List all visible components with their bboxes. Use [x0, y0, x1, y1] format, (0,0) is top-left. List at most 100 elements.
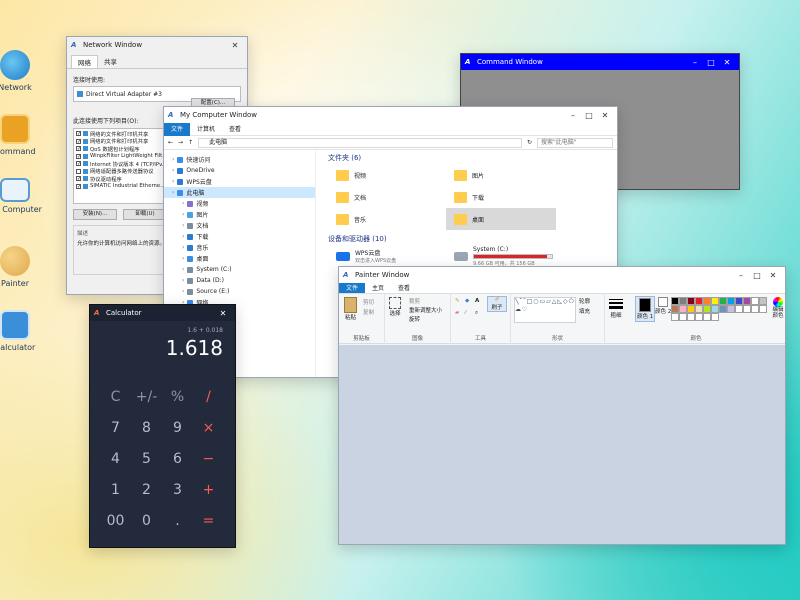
custom-color-slot[interactable]: [735, 305, 743, 313]
clear-key[interactable]: C: [100, 382, 131, 413]
tab-sharing[interactable]: 共享: [98, 55, 123, 68]
custom-color-slot[interactable]: [671, 313, 679, 321]
brush-button[interactable]: ✐ 刷子: [487, 296, 507, 312]
key-9[interactable]: 9: [162, 413, 193, 444]
tab-file[interactable]: 文件: [339, 283, 366, 293]
select-button[interactable]: 选择: [389, 297, 401, 317]
nav-item[interactable]: › Source (E:): [164, 286, 315, 297]
magnifier-icon[interactable]: ⌕: [475, 310, 478, 317]
uninstall-button[interactable]: 卸载(U): [123, 209, 167, 220]
divide-key[interactable]: /: [193, 382, 224, 413]
color-swatch[interactable]: [695, 305, 703, 313]
outline-button[interactable]: 轮廓: [579, 297, 590, 305]
checkbox[interactable]: ✓: [76, 161, 81, 167]
tab-file[interactable]: 文件: [164, 122, 191, 136]
color-swatch[interactable]: [719, 305, 727, 313]
desktop-icon-my-computer[interactable]: My Computer: [0, 178, 50, 214]
color-picker-icon[interactable]: ⁄: [465, 310, 466, 316]
chevron-right-icon[interactable]: ›: [172, 156, 174, 163]
my-computer-titlebar[interactable]: A My Computer Window – □ ✕: [164, 107, 617, 123]
add-key[interactable]: +: [193, 475, 224, 506]
install-button[interactable]: 安装(N)...: [73, 209, 117, 220]
color-swatch[interactable]: [679, 297, 687, 305]
minimize-icon[interactable]: –: [565, 111, 581, 120]
nav-item[interactable]: › WPS云盘: [164, 176, 315, 187]
custom-color-slot[interactable]: [711, 313, 719, 321]
nav-item[interactable]: › 图片: [164, 209, 315, 220]
subtract-key[interactable]: −: [193, 444, 224, 475]
chevron-right-icon[interactable]: ›: [182, 200, 184, 207]
color1-button[interactable]: 颜色 1: [635, 296, 656, 322]
color-swatch[interactable]: [671, 305, 679, 313]
custom-color-slot[interactable]: [687, 313, 695, 321]
pencil-icon[interactable]: ✎: [455, 298, 460, 304]
key-6[interactable]: 6: [162, 444, 193, 475]
multiply-key[interactable]: ×: [193, 413, 224, 444]
drawing-canvas-area[interactable]: [339, 345, 785, 544]
cut-button[interactable]: 剪切: [363, 298, 374, 306]
checkbox[interactable]: ✓: [76, 153, 81, 159]
checkbox[interactable]: ✓: [76, 131, 81, 137]
custom-color-slot[interactable]: [751, 305, 759, 313]
key-4[interactable]: 4: [100, 444, 131, 475]
network-window-titlebar[interactable]: A Network Window ✕: [67, 37, 247, 53]
key-7[interactable]: 7: [100, 413, 131, 444]
color-swatch[interactable]: [687, 297, 695, 305]
folder-item[interactable]: 视频: [328, 164, 438, 186]
custom-color-slot[interactable]: [743, 305, 751, 313]
color-swatch[interactable]: [703, 305, 711, 313]
chevron-right-icon[interactable]: ›: [182, 277, 184, 284]
close-icon[interactable]: ✕: [765, 271, 781, 280]
up-arrow-icon[interactable]: ↑: [188, 139, 193, 146]
color-swatch[interactable]: [751, 297, 759, 305]
nav-item[interactable]: › 桌面: [164, 253, 315, 264]
equals-key[interactable]: =: [193, 506, 224, 537]
paste-button[interactable]: 粘贴: [344, 297, 357, 321]
device-item[interactable]: System (C:) 9.66 GB 可用，共 156 GB: [446, 245, 556, 267]
chevron-right-icon[interactable]: ›: [182, 233, 184, 240]
tab-network[interactable]: 网络: [71, 55, 98, 68]
device-item[interactable]: WPS云盘 双击进入WPS云盘: [328, 245, 438, 267]
color-swatch[interactable]: [687, 305, 695, 313]
crop-button[interactable]: 裁剪: [409, 297, 420, 305]
chevron-right-icon[interactable]: ›: [182, 211, 184, 218]
color-swatch[interactable]: [719, 297, 727, 305]
nav-item[interactable]: › Data (D:): [164, 275, 315, 286]
color-swatch[interactable]: [671, 297, 679, 305]
key-00[interactable]: 00: [100, 506, 131, 537]
tab-home[interactable]: 主页: [365, 283, 391, 293]
nav-item[interactable]: › 音乐: [164, 242, 315, 253]
nav-item[interactable]: › System (C:): [164, 264, 315, 275]
maximize-icon[interactable]: □: [581, 111, 597, 120]
chevron-right-icon[interactable]: ›: [182, 244, 184, 251]
key-5[interactable]: 5: [131, 444, 162, 475]
shapes-gallery[interactable]: ╲⌒□○▭▱△◺◇⬠⬡→←↑↓✦☆✶☐☁♡: [514, 297, 576, 323]
color2-button[interactable]: 颜色 2: [655, 297, 671, 315]
color-swatch[interactable]: [679, 305, 687, 313]
chevron-right-icon[interactable]: ›: [182, 266, 184, 273]
chevron-right-icon[interactable]: ›: [182, 255, 184, 262]
fill-bucket-icon[interactable]: ◆: [465, 298, 469, 304]
close-icon[interactable]: ✕: [215, 309, 231, 318]
folders-header[interactable]: 文件夹 (6): [328, 153, 611, 164]
percent-key[interactable]: %: [162, 382, 193, 413]
desktop-icon-calculator[interactable]: Calculator: [0, 310, 50, 352]
copy-button[interactable]: 复制: [363, 308, 374, 316]
custom-color-slot[interactable]: [679, 313, 687, 321]
checkbox[interactable]: ✓: [76, 176, 81, 182]
key-3[interactable]: 3: [162, 475, 193, 506]
maximize-icon[interactable]: □: [703, 58, 719, 67]
nav-item[interactable]: › 下载: [164, 231, 315, 242]
color-swatch[interactable]: [743, 297, 751, 305]
back-arrow-icon[interactable]: ←: [168, 139, 173, 146]
key-8[interactable]: 8: [131, 413, 162, 444]
command-window-titlebar[interactable]: A Command Window – □ ✕: [461, 54, 739, 70]
resize-button[interactable]: 重新调整大小: [409, 306, 442, 314]
search-input[interactable]: 搜索"此电脑": [537, 137, 613, 148]
color-swatch[interactable]: [711, 297, 719, 305]
tab-computer[interactable]: 计算机: [190, 123, 222, 136]
sign-key[interactable]: +/-: [131, 382, 162, 413]
size-button[interactable]: 粗细: [609, 297, 623, 319]
painter-titlebar[interactable]: A Painter Window – □ ✕: [339, 267, 785, 283]
color-swatch[interactable]: [735, 297, 743, 305]
